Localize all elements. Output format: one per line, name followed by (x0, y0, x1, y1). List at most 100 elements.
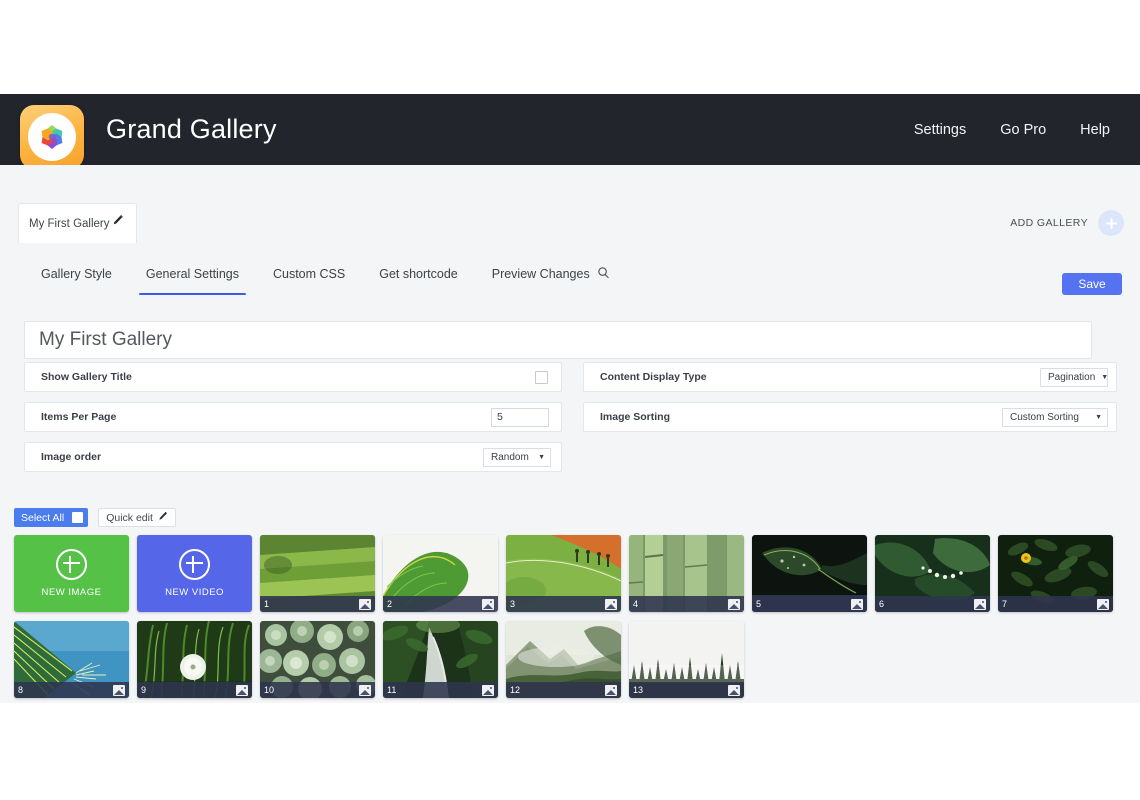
image-icon (851, 598, 863, 610)
thumbnail-number: 11 (387, 685, 397, 695)
field-content-display-type-label: Content Display Type (600, 371, 707, 383)
thumbnail-footer: 12 (506, 682, 621, 698)
image-icon (482, 684, 494, 696)
tab-general-settings[interactable]: General Settings (129, 243, 256, 305)
thumbnail-number: 10 (264, 685, 275, 695)
thumbnail-item[interactable]: 7 (998, 535, 1113, 612)
thumbnail-item[interactable]: 3 (506, 535, 621, 612)
new-video-tile[interactable]: NEW VIDEO (137, 535, 252, 612)
field-items-per-page: Items Per Page (24, 402, 562, 432)
field-image-sorting: Image Sorting Custom Sorting ▼ (583, 402, 1117, 432)
thumbnail-item[interactable]: 10 (260, 621, 375, 698)
thumbnail-number: 2 (387, 599, 393, 609)
tab-get-shortcode-label: Get shortcode (379, 267, 458, 281)
thumbnail-footer: 2 (383, 596, 498, 612)
image-icon (605, 684, 617, 696)
quick-edit-button[interactable]: Quick edit (98, 508, 176, 527)
chevron-down-icon: ▼ (1095, 413, 1102, 421)
image-order-value: Random (491, 451, 529, 463)
thumbnail-number: 7 (1002, 599, 1008, 609)
thumbnail-footer: 9 (137, 682, 252, 698)
plus-icon (179, 549, 210, 580)
thumbnail-item[interactable]: 11 (383, 621, 498, 698)
image-icon (236, 684, 248, 696)
tab-preview-changes[interactable]: Preview Changes (475, 243, 627, 305)
app-title: Grand Gallery (106, 114, 277, 144)
gallery-tab-my-first-gallery[interactable]: My First Gallery (18, 203, 137, 244)
thumbnail-footer: 5 (752, 596, 867, 612)
field-image-order: Image order Random ▼ (24, 442, 562, 472)
settings-body: Show Gallery Title Items Per Page Image … (0, 305, 1140, 703)
gallery-tab-label: My First Gallery (29, 218, 110, 230)
content-display-type-select[interactable]: Pagination ▼ (1040, 367, 1108, 387)
field-items-per-page-label: Items Per Page (41, 411, 117, 423)
thumbnail-footer: 8 (14, 682, 129, 698)
thumbnail-item[interactable]: 2 (383, 535, 498, 612)
image-sorting-select[interactable]: Custom Sorting ▼ (1002, 407, 1108, 427)
add-gallery-group: ADD GALLERY (1010, 203, 1124, 243)
pencil-icon[interactable] (112, 213, 124, 225)
thumbnail-number: 5 (756, 599, 762, 609)
header-nav-go-pro[interactable]: Go Pro (1000, 122, 1046, 138)
app-header: Grand Gallery Settings Go Pro Help (0, 94, 1140, 169)
thumbnail-item[interactable]: 13 (629, 621, 744, 698)
tab-gallery-style-label: Gallery Style (41, 267, 112, 281)
gallery-title-input[interactable] (24, 321, 1092, 359)
field-image-order-label: Image order (41, 451, 102, 463)
gallery-tabstrip: My First Gallery ADD GALLERY (0, 165, 1140, 244)
thumbnail-number: 8 (18, 685, 24, 695)
thumbnail-item[interactable]: 12 (506, 621, 621, 698)
thumbnail-number: 6 (879, 599, 885, 609)
items-per-page-input[interactable] (491, 407, 549, 427)
grid-toolbar: Select All Quick edit (14, 508, 176, 527)
thumbnail-item[interactable]: 9 (137, 621, 252, 698)
tab-custom-css-label: Custom CSS (272, 267, 346, 281)
image-icon (359, 684, 371, 696)
tab-general-settings-label: General Settings (145, 267, 239, 281)
save-button[interactable]: Save (1062, 273, 1122, 295)
new-video-label: NEW VIDEO (165, 587, 224, 598)
gallery-flower-logo-icon (20, 104, 84, 169)
select-all-checkbox[interactable] (72, 512, 84, 523)
magnifier-icon (597, 266, 610, 282)
image-icon (359, 598, 371, 610)
new-image-tile[interactable]: NEW IMAGE (14, 535, 129, 612)
thumbnail-number: 12 (510, 685, 521, 695)
header-nav-help[interactable]: Help (1080, 122, 1110, 138)
thumbnail-grid: NEW IMAGE NEW VIDEO 1 2 3 4 5 6 7 8 9 10… (14, 535, 1129, 698)
field-show-gallery-title-label: Show Gallery Title (41, 371, 132, 383)
field-image-sorting-label: Image Sorting (600, 411, 671, 423)
content-display-type-value: Pagination (1048, 371, 1096, 383)
thumbnail-number: 1 (264, 599, 270, 609)
field-content-display-type: Content Display Type Pagination ▼ (583, 362, 1117, 392)
thumbnail-footer: 13 (629, 682, 744, 698)
thumbnail-footer: 1 (260, 596, 375, 612)
field-show-gallery-title: Show Gallery Title (24, 362, 562, 392)
select-all-button[interactable]: Select All (14, 508, 89, 527)
new-image-label: NEW IMAGE (41, 587, 102, 598)
image-icon (605, 598, 617, 610)
thumbnail-item[interactable]: 1 (260, 535, 375, 612)
add-gallery-button[interactable] (1098, 210, 1124, 236)
thumbnail-number: 3 (510, 599, 516, 609)
thumbnail-footer: 10 (260, 682, 375, 698)
thumbnail-item[interactable]: 6 (875, 535, 990, 612)
chevron-down-icon: ▼ (538, 453, 545, 461)
app-page: Grand Gallery Settings Go Pro Help My Fi… (0, 0, 1140, 800)
image-order-select[interactable]: Random ▼ (483, 447, 551, 467)
tab-gallery-style[interactable]: Gallery Style (24, 243, 129, 305)
thumbnail-item[interactable]: 4 (629, 535, 744, 612)
thumbnail-item[interactable]: 5 (752, 535, 867, 612)
thumbnail-number: 13 (633, 685, 644, 695)
thumbnail-footer: 3 (506, 596, 621, 612)
show-gallery-title-checkbox[interactable] (535, 370, 548, 384)
thumbnail-number: 4 (633, 599, 639, 609)
tab-get-shortcode[interactable]: Get shortcode (362, 243, 475, 305)
quick-edit-label: Quick edit (106, 511, 153, 524)
header-nav-settings[interactable]: Settings (914, 122, 966, 138)
thumbnail-item[interactable]: 8 (14, 621, 129, 698)
tab-custom-css[interactable]: Custom CSS (256, 243, 362, 305)
thumbnail-footer: 4 (629, 596, 744, 612)
header-nav: Settings Go Pro Help (914, 122, 1110, 138)
thumbnail-footer: 7 (998, 596, 1113, 612)
